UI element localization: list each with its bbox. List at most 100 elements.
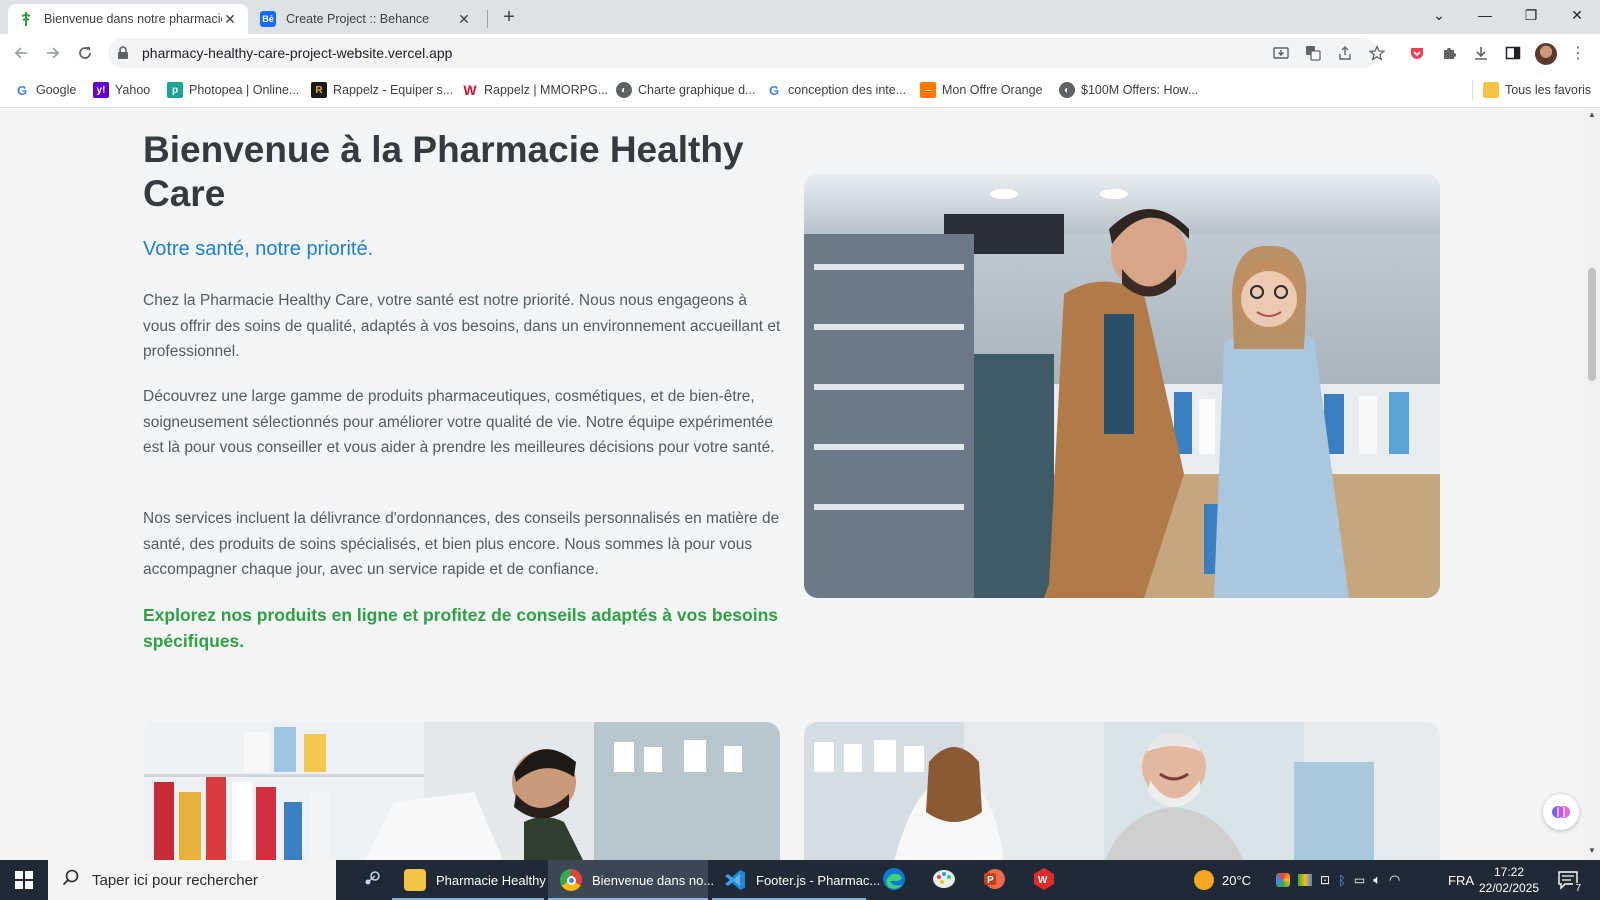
volume-icon[interactable]: 🔈︎ [1373, 872, 1381, 888]
address-bar[interactable]: pharmacy-healthy-care-project-website.ve… [108, 38, 1378, 68]
taskbar-wps[interactable]: W [1020, 860, 1068, 900]
browser-toolbar: pharmacy-healthy-care-project-website.ve… [0, 34, 1600, 72]
tab-title: Bienvenue dans notre pharmacie [44, 12, 222, 26]
extensions-icon[interactable] [1439, 43, 1459, 63]
bookmark-label: Charte graphique d... [638, 83, 756, 97]
photopea-icon: p [167, 82, 183, 98]
tab-title: Create Project :: Behance [286, 12, 430, 26]
sun-icon [1194, 870, 1214, 890]
bookmark-rappelz-equiper[interactable]: R Rappelz - Equiper s... [311, 80, 453, 100]
globe-icon: ◐ [616, 82, 632, 98]
ai-assistant-button[interactable] [1543, 794, 1579, 830]
bookmark-conception[interactable]: G conception des inte... [766, 80, 906, 100]
scroll-down-arrow-icon[interactable]: ▼ [1588, 846, 1596, 855]
app-tray-icon[interactable] [1276, 873, 1290, 887]
language-indicator[interactable]: FRA [1448, 860, 1474, 900]
pocket-extension-icon[interactable] [1407, 43, 1427, 63]
back-button[interactable] [8, 40, 34, 66]
taskbar-steam[interactable] [348, 860, 396, 900]
close-tab-icon[interactable]: ✕ [456, 11, 472, 27]
taskbar-app-label: Bienvenue dans no... [592, 872, 715, 888]
notifications-button[interactable]: 7 [1557, 869, 1583, 894]
new-tab-button[interactable]: + [498, 6, 520, 28]
bookmark-label: $100M Offers: How... [1081, 83, 1199, 97]
chrome-icon [560, 869, 582, 891]
rappelz-icon: R [311, 82, 327, 98]
tab-search-icon[interactable]: ⌄ [1416, 0, 1462, 30]
search-placeholder: Taper ici pour rechercher [92, 871, 258, 889]
taskbar-app-label: Footer.js - Pharmac... [756, 872, 881, 888]
tab-pharmacy[interactable]: Bienvenue dans notre pharmacie ✕ [8, 4, 248, 34]
tab-behance[interactable]: Bē Create Project :: Behance ✕ [250, 4, 482, 34]
intro-paragraph: Chez la Pharmacie Healthy Care, votre sa… [143, 292, 781, 360]
all-bookmarks-folder[interactable]: Tous les favoris [1472, 80, 1591, 100]
clock-date: 22/02/2025 [1478, 881, 1540, 895]
taskbar-app-vscode[interactable]: Footer.js - Pharmac... [712, 860, 880, 900]
bookmark-label: Google [36, 83, 77, 97]
bookmark-google[interactable]: G Google [14, 80, 76, 100]
battery-icon[interactable]: ▭ [1354, 873, 1365, 887]
webzen-icon: W [463, 82, 477, 98]
edge-icon [882, 867, 906, 894]
reload-button[interactable] [72, 40, 98, 66]
forward-button[interactable] [40, 40, 66, 66]
install-app-icon[interactable] [1271, 43, 1291, 63]
bookmark-star-icon[interactable] [1367, 43, 1387, 63]
tab-separator [487, 10, 488, 28]
taskbar-app-explorer[interactable]: Pharmacie Healthy ... [392, 860, 560, 900]
windows-start-button[interactable] [0, 860, 48, 900]
windows-taskbar: Taper ici pour rechercher Pharmacie Heal… [0, 860, 1600, 900]
behance-favicon-icon: Bē [260, 11, 276, 27]
bookmark-photopea[interactable]: p Photopea | Online... [167, 80, 299, 100]
google-icon: G [16, 82, 28, 98]
drive-tray-icon[interactable] [1298, 874, 1312, 886]
bookmark-rappelz-mmorpg[interactable]: W Rappelz | MMORPG... [462, 80, 608, 100]
close-window-button[interactable]: ✕ [1554, 0, 1600, 30]
bookmark-orange[interactable]: – Mon Offre Orange [920, 80, 1043, 100]
cta-text: Explorez nos produits en ligne et profit… [143, 605, 779, 651]
meet-now-icon[interactable]: ⊡ [1320, 873, 1330, 887]
taskbar-search-input[interactable]: Taper ici pour rechercher [48, 860, 336, 900]
page-scrollbar[interactable]: ▲ ▼ [1584, 108, 1600, 860]
scroll-up-arrow-icon[interactable]: ▲ [1588, 110, 1596, 119]
vscode-icon [724, 869, 746, 891]
bluetooth-icon[interactable]: ᛒ [1338, 873, 1346, 888]
profile-avatar[interactable] [1535, 43, 1557, 65]
services-paragraph: Nos services incluent la délivrance d'or… [143, 510, 780, 578]
bookmark-label: Photopea | Online... [189, 83, 300, 97]
bookmark-label: Yahoo [115, 83, 151, 97]
svg-text:W: W [1038, 875, 1048, 886]
system-tray-icons: ⊡ ᛒ ▭ 🔈︎ ◠ [1276, 860, 1400, 900]
pharmacy-favicon-icon [18, 11, 34, 27]
weather-widget[interactable]: 20°C [1194, 860, 1251, 900]
taskbar-clock[interactable]: 17:22 22/02/2025 [1474, 864, 1544, 896]
bookmark-100m-offers[interactable]: ◐ $100M Offers: How... [1059, 80, 1198, 100]
orange-icon: – [920, 82, 936, 98]
wifi-icon[interactable]: ◠ [1389, 872, 1400, 888]
products-paragraph: Découvrez une large gamme de produits ph… [143, 388, 775, 456]
page-subtitle: Votre santé, notre priorité. [143, 238, 374, 260]
steam-icon [360, 867, 384, 894]
downloads-icon[interactable] [1471, 43, 1491, 63]
url-text: pharmacy-healthy-care-project-website.ve… [142, 45, 453, 61]
menu-icon[interactable]: ⋮ [1568, 43, 1588, 63]
notification-count: 7 [1573, 883, 1583, 894]
weather-temperature: 20°C [1222, 872, 1252, 888]
scrollbar-thumb[interactable] [1588, 268, 1596, 381]
close-tab-icon[interactable]: ✕ [222, 11, 238, 27]
side-panel-icon[interactable] [1503, 43, 1523, 63]
bookmark-yahoo[interactable]: y! Yahoo [93, 80, 150, 100]
taskbar-powerpoint[interactable]: P [970, 860, 1018, 900]
page-content: Bienvenue à la Pharmacie Healthy Care Vo… [0, 108, 1584, 860]
taskbar-app-chrome[interactable]: Bienvenue dans no... [548, 860, 714, 900]
minimize-button[interactable]: — [1462, 0, 1508, 30]
bookmark-charte-graphique[interactable]: ◐ Charte graphique d... [616, 80, 755, 100]
taskbar-edge[interactable] [870, 860, 918, 900]
wps-office-icon: W [1032, 867, 1056, 894]
taskbar-paint[interactable] [920, 860, 968, 900]
translate-icon[interactable] [1303, 43, 1323, 63]
lock-icon[interactable] [117, 46, 129, 65]
google-icon: G [768, 82, 780, 98]
restore-button[interactable]: ❐ [1508, 0, 1554, 30]
share-icon[interactable] [1335, 43, 1355, 63]
